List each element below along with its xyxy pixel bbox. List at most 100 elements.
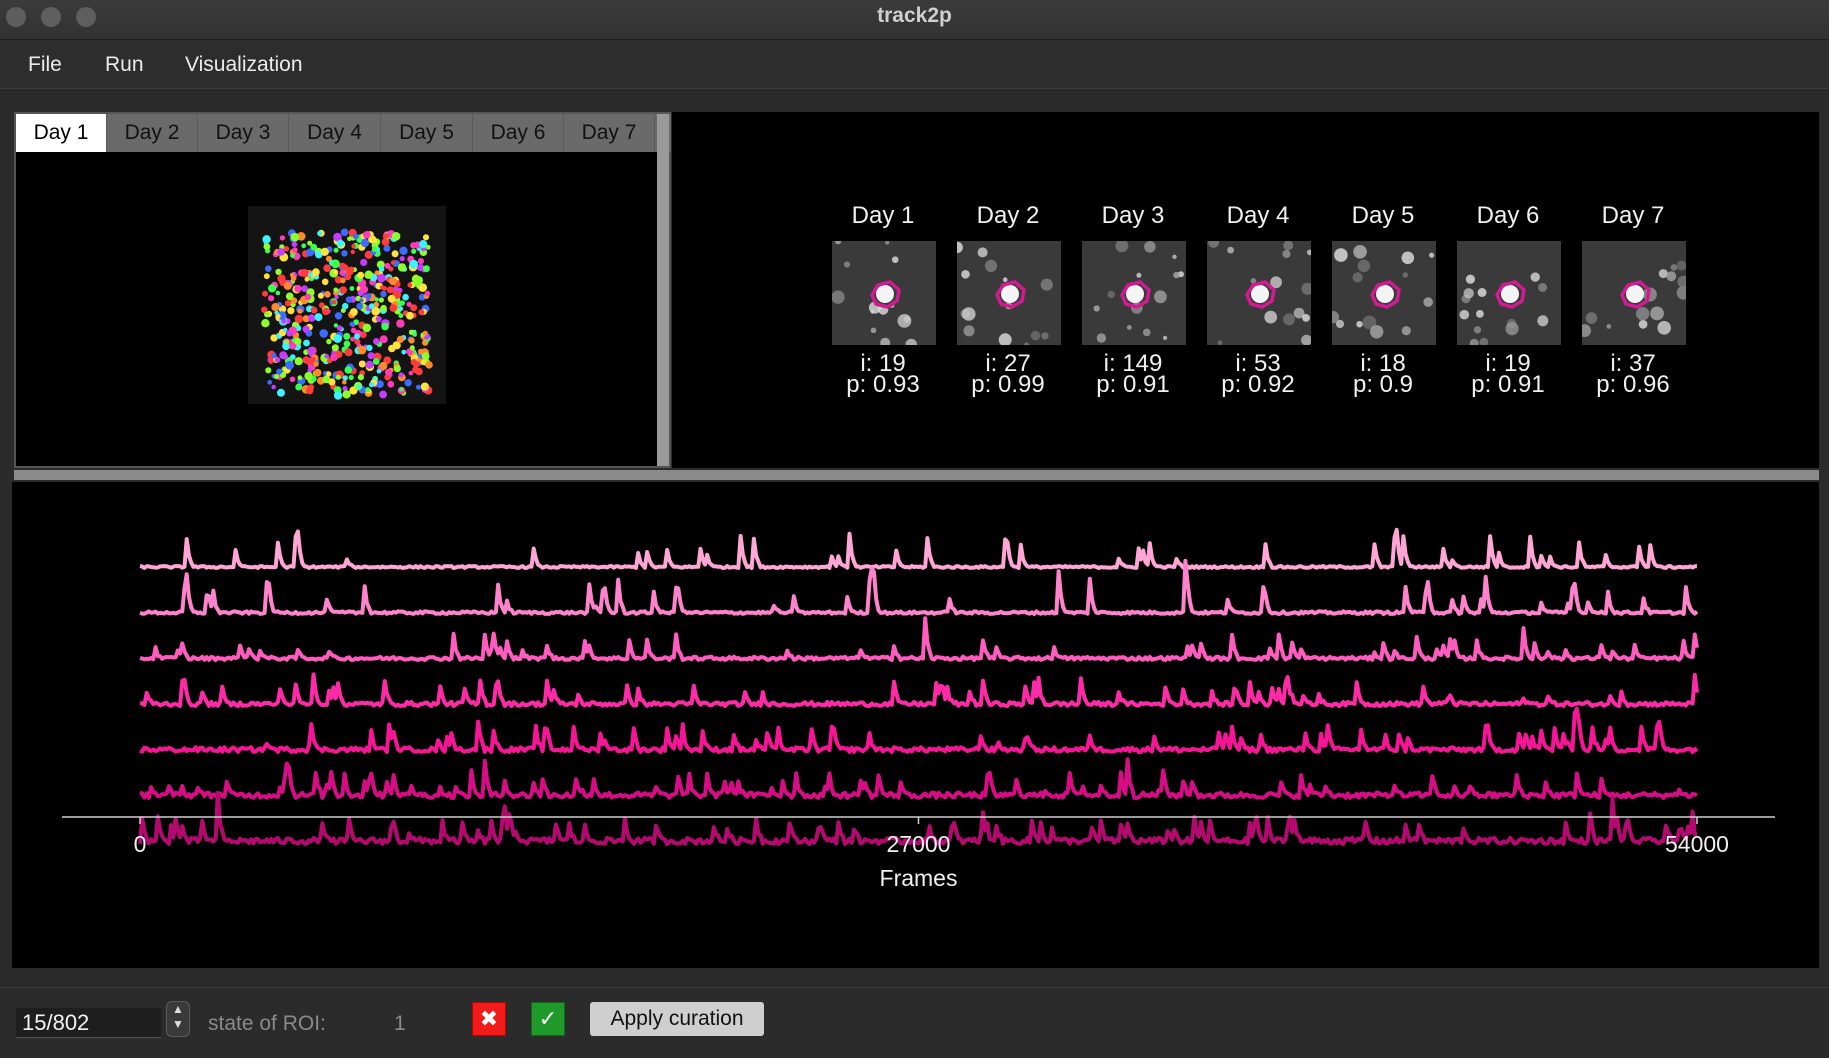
roi-mask xyxy=(310,357,316,362)
background-cell xyxy=(1283,313,1295,326)
roi-mask xyxy=(399,256,405,262)
roi-day-label: Day 3 xyxy=(1101,202,1165,229)
tab-day-1[interactable]: Day 1 xyxy=(16,114,107,152)
background-cell xyxy=(843,261,851,268)
fluorescence-trace-chart: 0 27000 54000 Frames xyxy=(62,527,1775,891)
background-cell xyxy=(1370,325,1384,339)
roi-mask xyxy=(342,379,347,385)
tab-day-3[interactable]: Day 3 xyxy=(198,114,289,152)
chevron-up-icon[interactable]: ▲ xyxy=(167,1002,189,1017)
roi-mask xyxy=(290,253,296,258)
roi-mask xyxy=(404,379,412,387)
curation-bar: 15/802 ▲ ▼ state of ROI: 1 ✖ ✓ Apply cur… xyxy=(0,987,1829,1058)
roi-mask xyxy=(321,278,329,286)
roi-mask xyxy=(268,295,275,302)
roi-probability-label: p: 0.9 xyxy=(1352,371,1414,398)
roi-mask xyxy=(411,248,417,254)
tab-day-6[interactable]: Day 6 xyxy=(473,114,564,152)
roi-mask xyxy=(398,372,404,378)
tab-panel-scrollbar[interactable] xyxy=(657,114,669,466)
day-tab-bar: Day 1 Day 2 Day 3 Day 4 Day 5 Day 6 Day … xyxy=(16,114,671,152)
roi-mask xyxy=(274,357,281,363)
roi-mask xyxy=(334,312,343,320)
apply-curation-button[interactable]: Apply curation xyxy=(590,1002,764,1036)
roi-mask xyxy=(291,241,298,248)
roi-cell-body xyxy=(1626,285,1644,303)
roi-state-value: 1 xyxy=(394,1012,406,1035)
roi-mask xyxy=(363,231,371,239)
roi-mask xyxy=(359,298,364,303)
roi-mask xyxy=(307,314,316,322)
roi-mask xyxy=(353,233,359,240)
roi-mask xyxy=(342,302,349,310)
roi-mask xyxy=(339,269,346,276)
roi-mask xyxy=(349,286,355,291)
roi-mask xyxy=(357,345,367,355)
tab-day-7[interactable]: Day 7 xyxy=(564,114,655,152)
menu-visualization[interactable]: Visualization xyxy=(185,53,303,77)
roi-mask xyxy=(287,307,295,315)
background-cell xyxy=(1638,319,1648,329)
background-cell xyxy=(1040,278,1053,291)
roi-mask xyxy=(360,258,368,266)
roi-mask xyxy=(263,273,270,280)
roi-mask xyxy=(268,359,274,364)
background-cell xyxy=(1463,288,1474,299)
roi-index-field[interactable]: 15/802 xyxy=(16,1008,161,1038)
roi-mask xyxy=(412,366,419,374)
roi-mask xyxy=(399,246,408,255)
roi-mask xyxy=(351,244,356,249)
roi-mask xyxy=(419,240,428,249)
roi-mask xyxy=(385,368,392,376)
background-cell xyxy=(1030,330,1041,341)
roi-mask xyxy=(319,329,328,338)
roi-mask xyxy=(279,235,286,241)
roi-mask xyxy=(286,330,293,337)
roi-mask xyxy=(372,358,380,365)
roi-mask xyxy=(314,313,323,322)
roi-mask xyxy=(267,379,273,385)
roi-mask xyxy=(262,290,268,297)
roi-cell-body xyxy=(876,285,894,303)
tab-day-5[interactable]: Day 5 xyxy=(381,114,473,152)
roi-mask xyxy=(313,361,319,367)
roi-mask xyxy=(304,276,310,282)
roi-mask xyxy=(368,303,375,310)
tab-day-2[interactable]: Day 2 xyxy=(107,114,198,152)
roi-mask xyxy=(356,384,362,389)
roi-mask xyxy=(417,258,424,265)
roi-mask xyxy=(386,286,394,294)
roi-day-label: Day 4 xyxy=(1226,202,1290,229)
roi-cell-body xyxy=(1126,285,1144,303)
menu-file[interactable]: File xyxy=(28,53,62,77)
roi-mask xyxy=(378,266,385,272)
accept-roi-button[interactable]: ✓ xyxy=(531,1002,565,1036)
background-cell xyxy=(1465,274,1475,284)
roi-mask xyxy=(335,374,341,380)
roi-mask xyxy=(396,319,405,328)
roi-mask xyxy=(313,368,322,377)
roi-mask xyxy=(283,246,290,252)
roi-mask xyxy=(356,303,364,310)
tab-day-4[interactable]: Day 4 xyxy=(289,114,381,152)
roi-cell-body xyxy=(1376,285,1394,303)
panel-splitter[interactable] xyxy=(14,470,1819,480)
roi-match-panel: Day 1 i: 19 p: 0.93 Day 2 i: 27 p: 0.99 Day 3i… xyxy=(672,112,1819,468)
menu-run[interactable]: Run xyxy=(105,53,144,77)
roi-mask xyxy=(389,304,398,312)
roi-cell-body xyxy=(1001,285,1019,303)
roi-mask xyxy=(271,352,277,359)
roi-index-stepper[interactable]: ▲ ▼ xyxy=(166,1001,190,1037)
reject-roi-button[interactable]: ✖ xyxy=(472,1002,506,1036)
roi-mask xyxy=(380,290,387,298)
day-tab-panel: Day 1 Day 2 Day 3 Day 4 Day 5 Day 6 Day … xyxy=(14,112,671,468)
roi-mask xyxy=(317,292,324,299)
background-cell xyxy=(977,247,988,258)
background-cell xyxy=(1136,272,1142,278)
roi-mask xyxy=(399,387,404,392)
roi-mask xyxy=(310,243,318,251)
trace-line xyxy=(139,757,1698,800)
roi-mask xyxy=(333,247,339,253)
roi-mask xyxy=(326,371,332,377)
chevron-down-icon[interactable]: ▼ xyxy=(167,1017,189,1032)
